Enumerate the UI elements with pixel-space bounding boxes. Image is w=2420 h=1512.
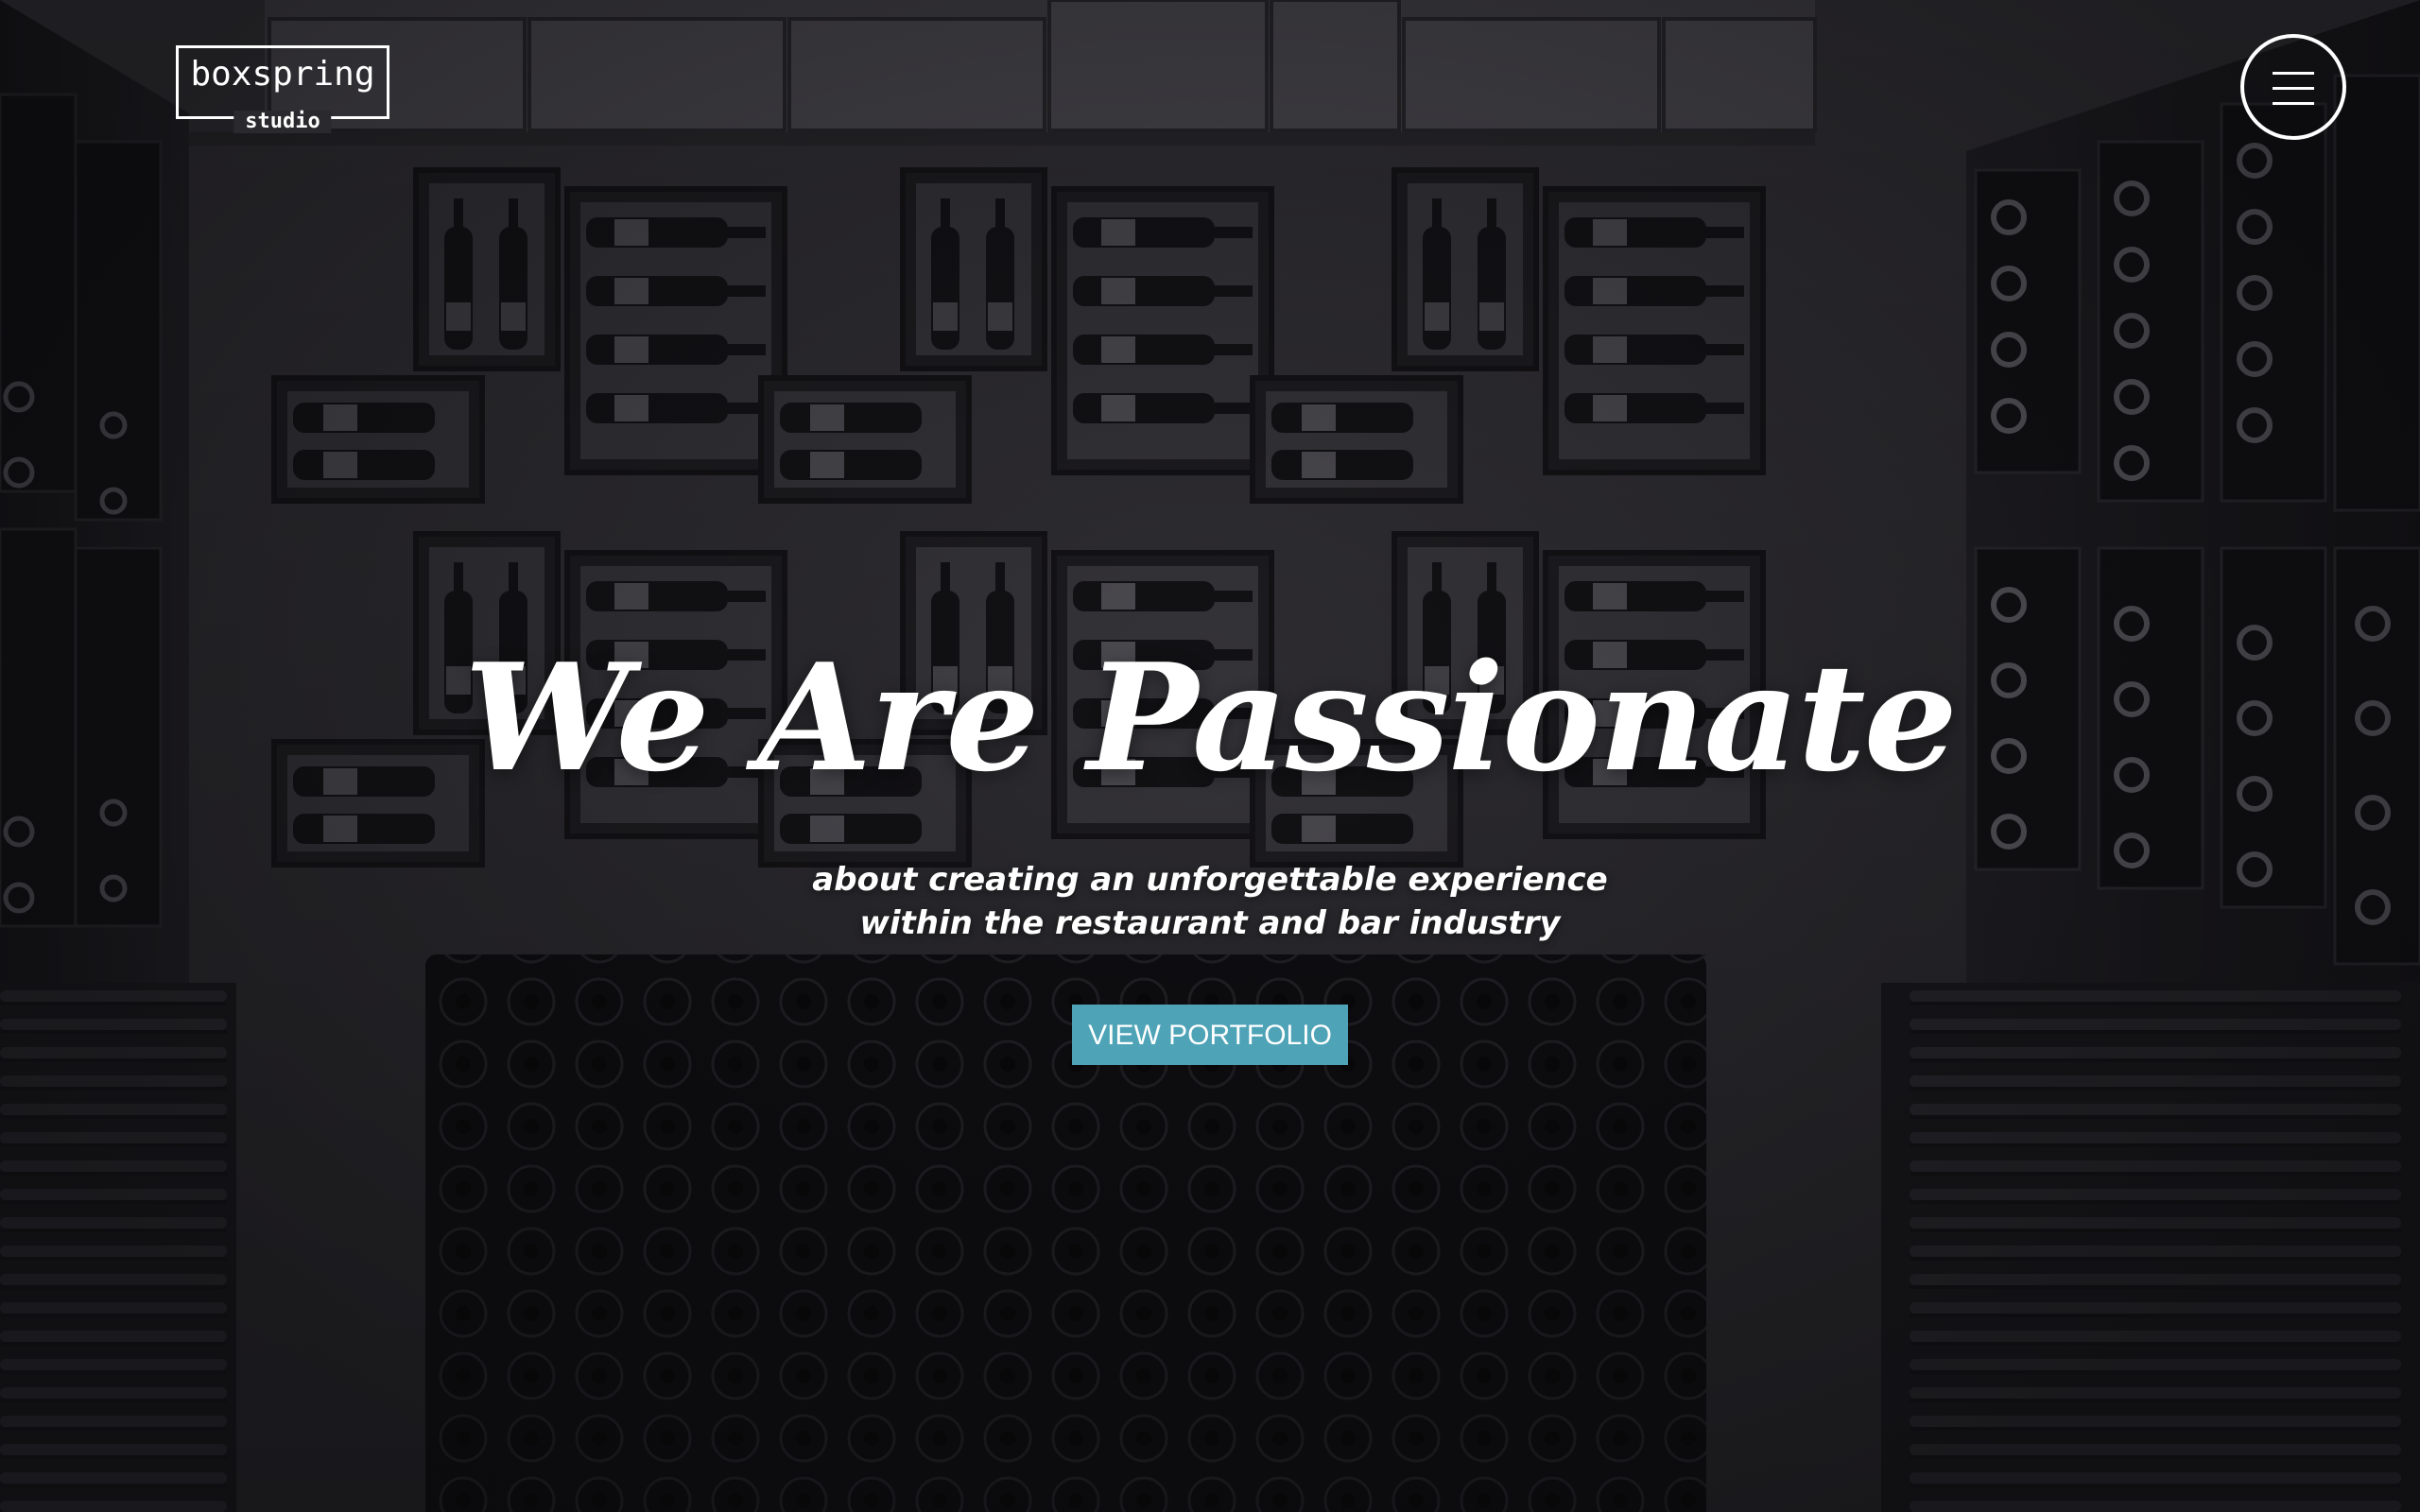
view-portfolio-button[interactable]: VIEW PORTFOLIO — [1072, 1005, 1348, 1065]
hamburger-menu-icon-bar — [2273, 102, 2314, 105]
menu-button[interactable] — [2240, 34, 2346, 140]
hero-subtitle: about creating an unforgettable experien… — [0, 858, 2420, 945]
hamburger-menu-icon — [2273, 72, 2314, 75]
hero-subtitle-line-1: about creating an unforgettable experien… — [812, 861, 1608, 899]
logo-wordmark: boxspring — [190, 55, 375, 94]
page: boxspring studio We Are Passionate about… — [0, 0, 2420, 1512]
hamburger-menu-icon-bar — [2273, 87, 2314, 90]
logo-subtitle: studio — [233, 111, 332, 133]
hero-title: We Are Passionate — [464, 631, 1958, 804]
hero-subtitle-line-2: within the restaurant and bar industry — [859, 904, 1561, 942]
brand-logo[interactable]: boxspring studio — [176, 45, 389, 133]
